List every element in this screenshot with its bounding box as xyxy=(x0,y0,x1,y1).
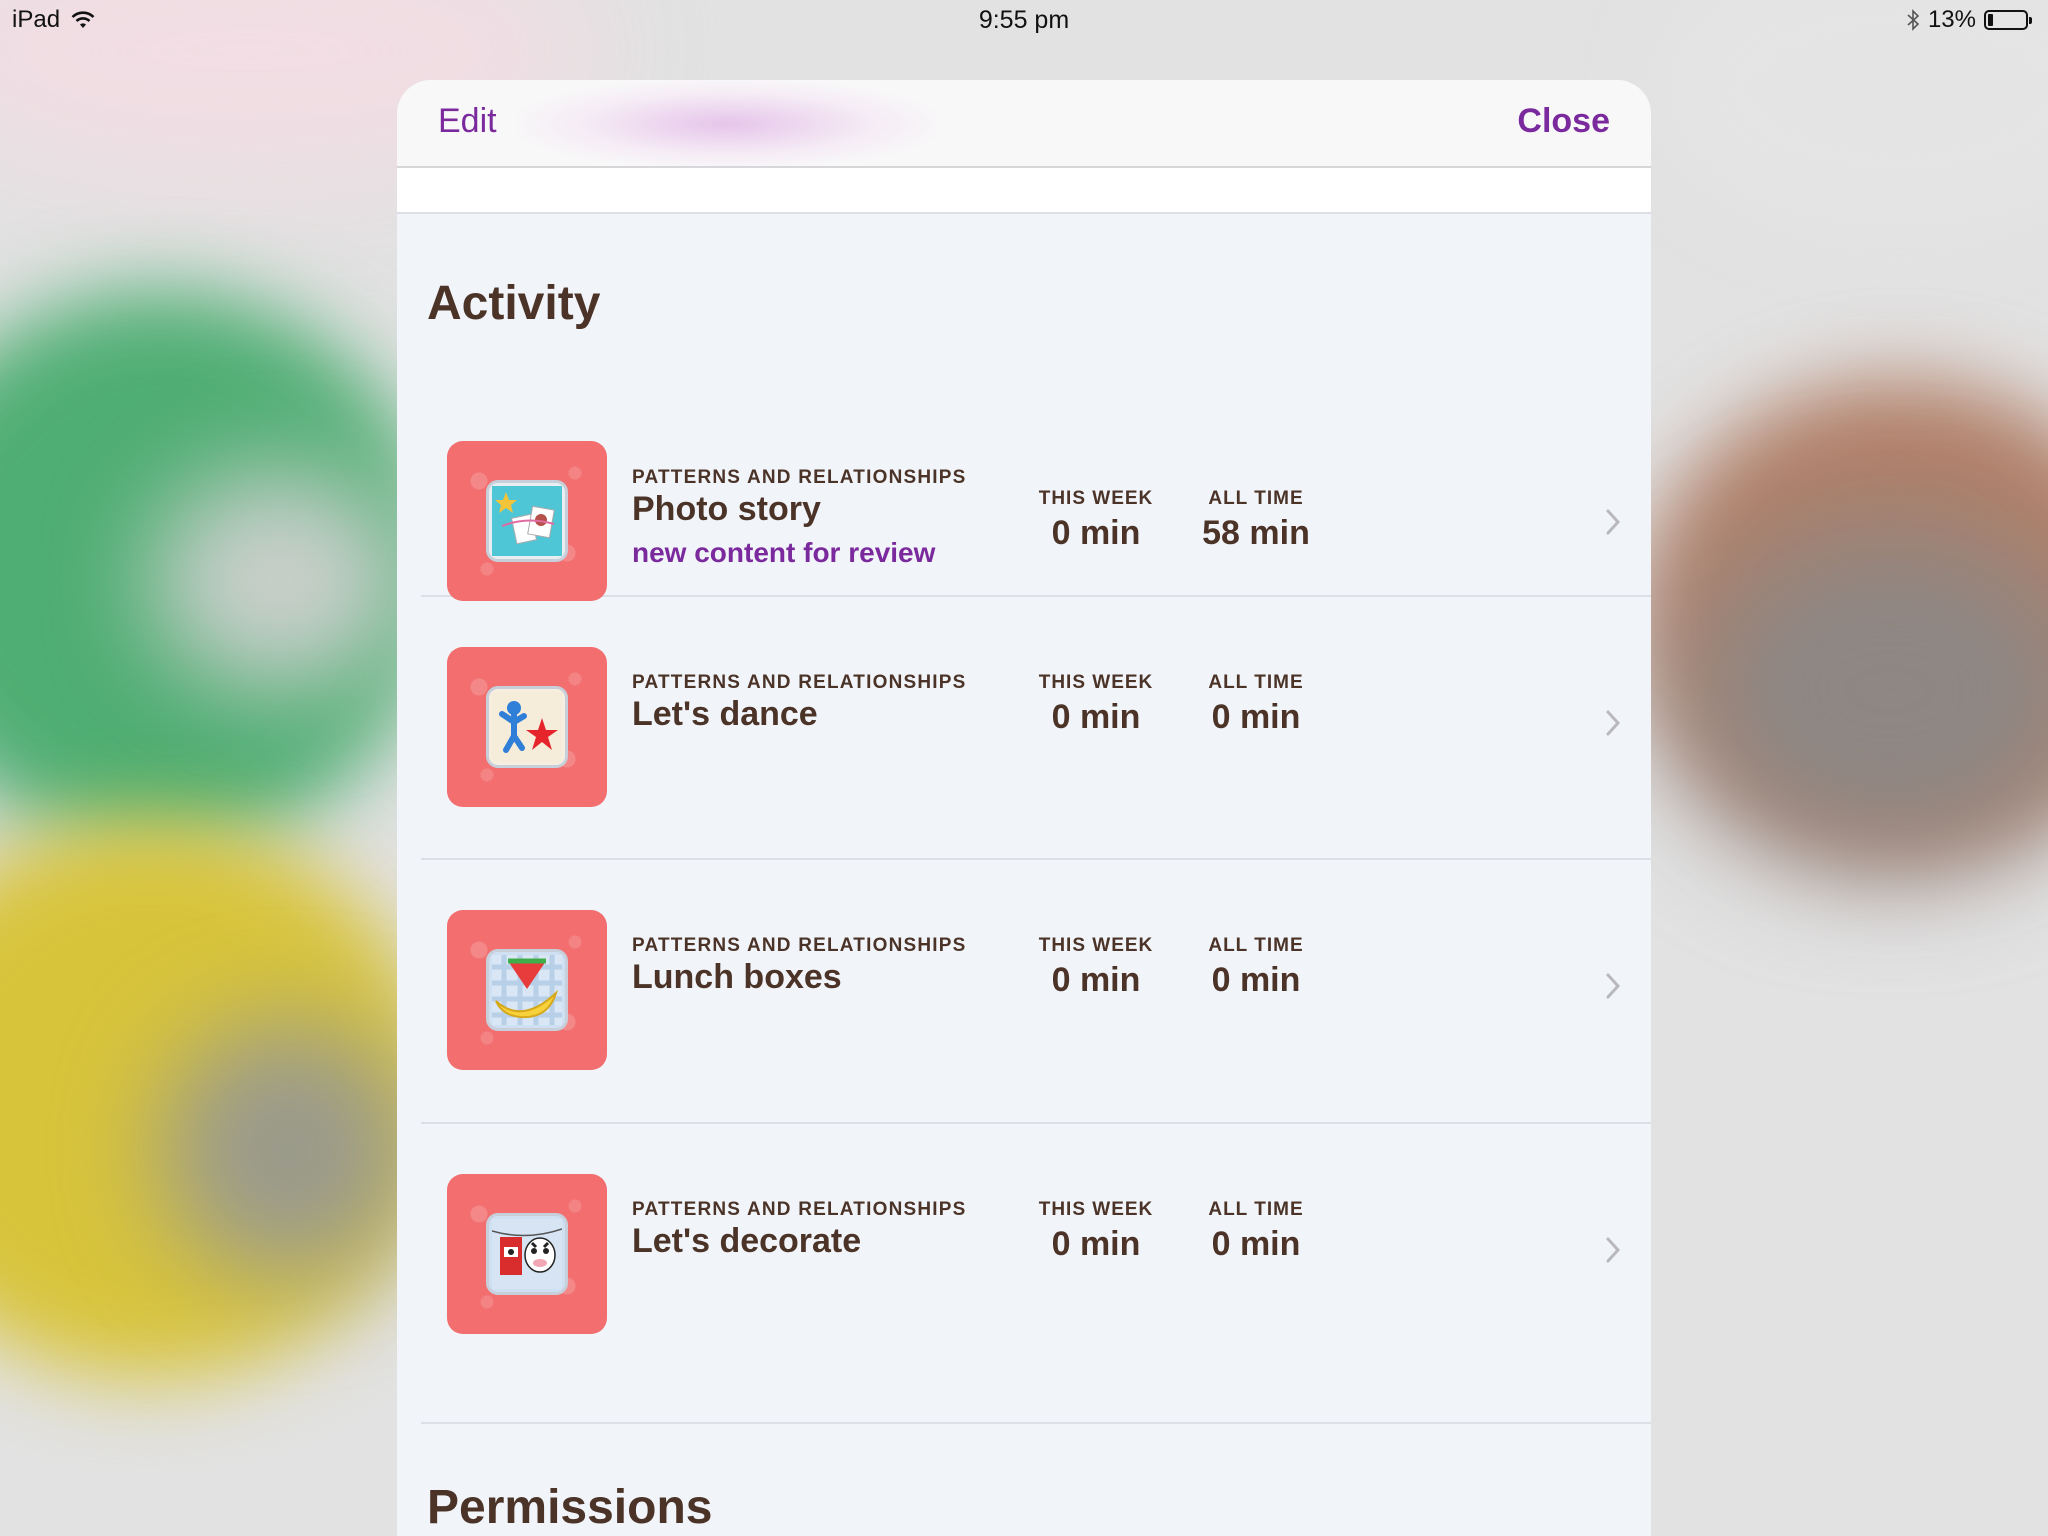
lunch-box-icon xyxy=(447,910,607,1070)
this-week-value: 0 min xyxy=(1051,1225,1141,1263)
all-time-stat: ALL TIME 58 min xyxy=(1176,488,1336,553)
this-week-stat: THIS WEEK 0 min xyxy=(1016,1199,1176,1264)
activity-row-photo-story[interactable]: PATTERNS AND RELATIONSHIPS Photo story n… xyxy=(421,310,1651,601)
category-label: PATTERNS AND RELATIONSHIPS xyxy=(632,467,967,488)
child-detail-sheet: Edit Close Activity PATTERNS AND RELATIO… xyxy=(397,80,1651,1536)
decorate-icon xyxy=(447,1174,607,1334)
dance-icon xyxy=(447,647,607,807)
category-label: PATTERNS AND RELATIONSHIPS xyxy=(632,935,967,956)
activity-name: Photo story xyxy=(632,490,821,528)
activity-row-lets-decorate[interactable]: PATTERNS AND RELATIONSHIPS Let's decorat… xyxy=(421,1124,1651,1424)
sheet-navbar: Edit Close xyxy=(397,80,1651,168)
all-time-value: 58 min xyxy=(1202,514,1310,552)
activity-name: Lunch boxes xyxy=(632,958,842,996)
battery-percent: 13% xyxy=(1927,6,1976,33)
activity-name: Let's decorate xyxy=(632,1222,862,1260)
chevron-right-icon xyxy=(1606,1237,1621,1263)
all-time-value: 0 min xyxy=(1211,1225,1301,1263)
status-bar: iPad 9:55 pm 13% xyxy=(0,0,2048,42)
this-week-stat: THIS WEEK 0 min xyxy=(1016,488,1176,553)
this-week-stat: THIS WEEK 0 min xyxy=(1016,935,1176,1000)
all-time-label: ALL TIME xyxy=(1208,1199,1304,1220)
all-time-stat: ALL TIME 0 min xyxy=(1176,935,1336,1000)
bluetooth-icon xyxy=(1907,9,1920,31)
chevron-right-icon xyxy=(1606,973,1621,999)
review-notice[interactable]: new content for review xyxy=(632,537,935,569)
this-week-label: THIS WEEK xyxy=(1038,488,1154,509)
edit-button[interactable]: Edit xyxy=(438,102,497,141)
category-label: PATTERNS AND RELATIONSHIPS xyxy=(632,1199,967,1220)
this-week-label: THIS WEEK xyxy=(1038,935,1154,956)
this-week-value: 0 min xyxy=(1051,961,1141,999)
all-time-value: 0 min xyxy=(1211,961,1301,999)
category-label: PATTERNS AND RELATIONSHIPS xyxy=(632,672,967,693)
all-time-stat: ALL TIME 0 min xyxy=(1176,1199,1336,1264)
all-time-value: 0 min xyxy=(1211,698,1301,736)
permissions-heading: Permissions xyxy=(427,1481,713,1534)
this-week-label: THIS WEEK xyxy=(1038,672,1154,693)
close-button[interactable]: Close xyxy=(1517,102,1610,141)
all-time-label: ALL TIME xyxy=(1208,935,1304,956)
activity-row-lunch-boxes[interactable]: PATTERNS AND RELATIONSHIPS Lunch boxes T… xyxy=(421,860,1651,1124)
this-week-label: THIS WEEK xyxy=(1038,1199,1154,1220)
clock: 9:55 pm xyxy=(978,6,1070,34)
all-time-label: ALL TIME xyxy=(1208,672,1304,693)
this-week-stat: THIS WEEK 0 min xyxy=(1016,672,1176,737)
all-time-label: ALL TIME xyxy=(1208,488,1304,509)
this-week-value: 0 min xyxy=(1051,698,1141,736)
activity-row-lets-dance[interactable]: PATTERNS AND RELATIONSHIPS Let's dance T… xyxy=(421,597,1651,860)
all-time-stat: ALL TIME 0 min xyxy=(1176,672,1336,737)
battery-icon xyxy=(1984,10,2032,30)
chevron-right-icon xyxy=(1606,710,1621,736)
photo-story-icon xyxy=(447,441,607,601)
chevron-right-icon xyxy=(1606,509,1621,535)
activity-name: Let's dance xyxy=(632,695,818,733)
this-week-value: 0 min xyxy=(1051,514,1141,552)
header-strip xyxy=(397,168,1651,214)
